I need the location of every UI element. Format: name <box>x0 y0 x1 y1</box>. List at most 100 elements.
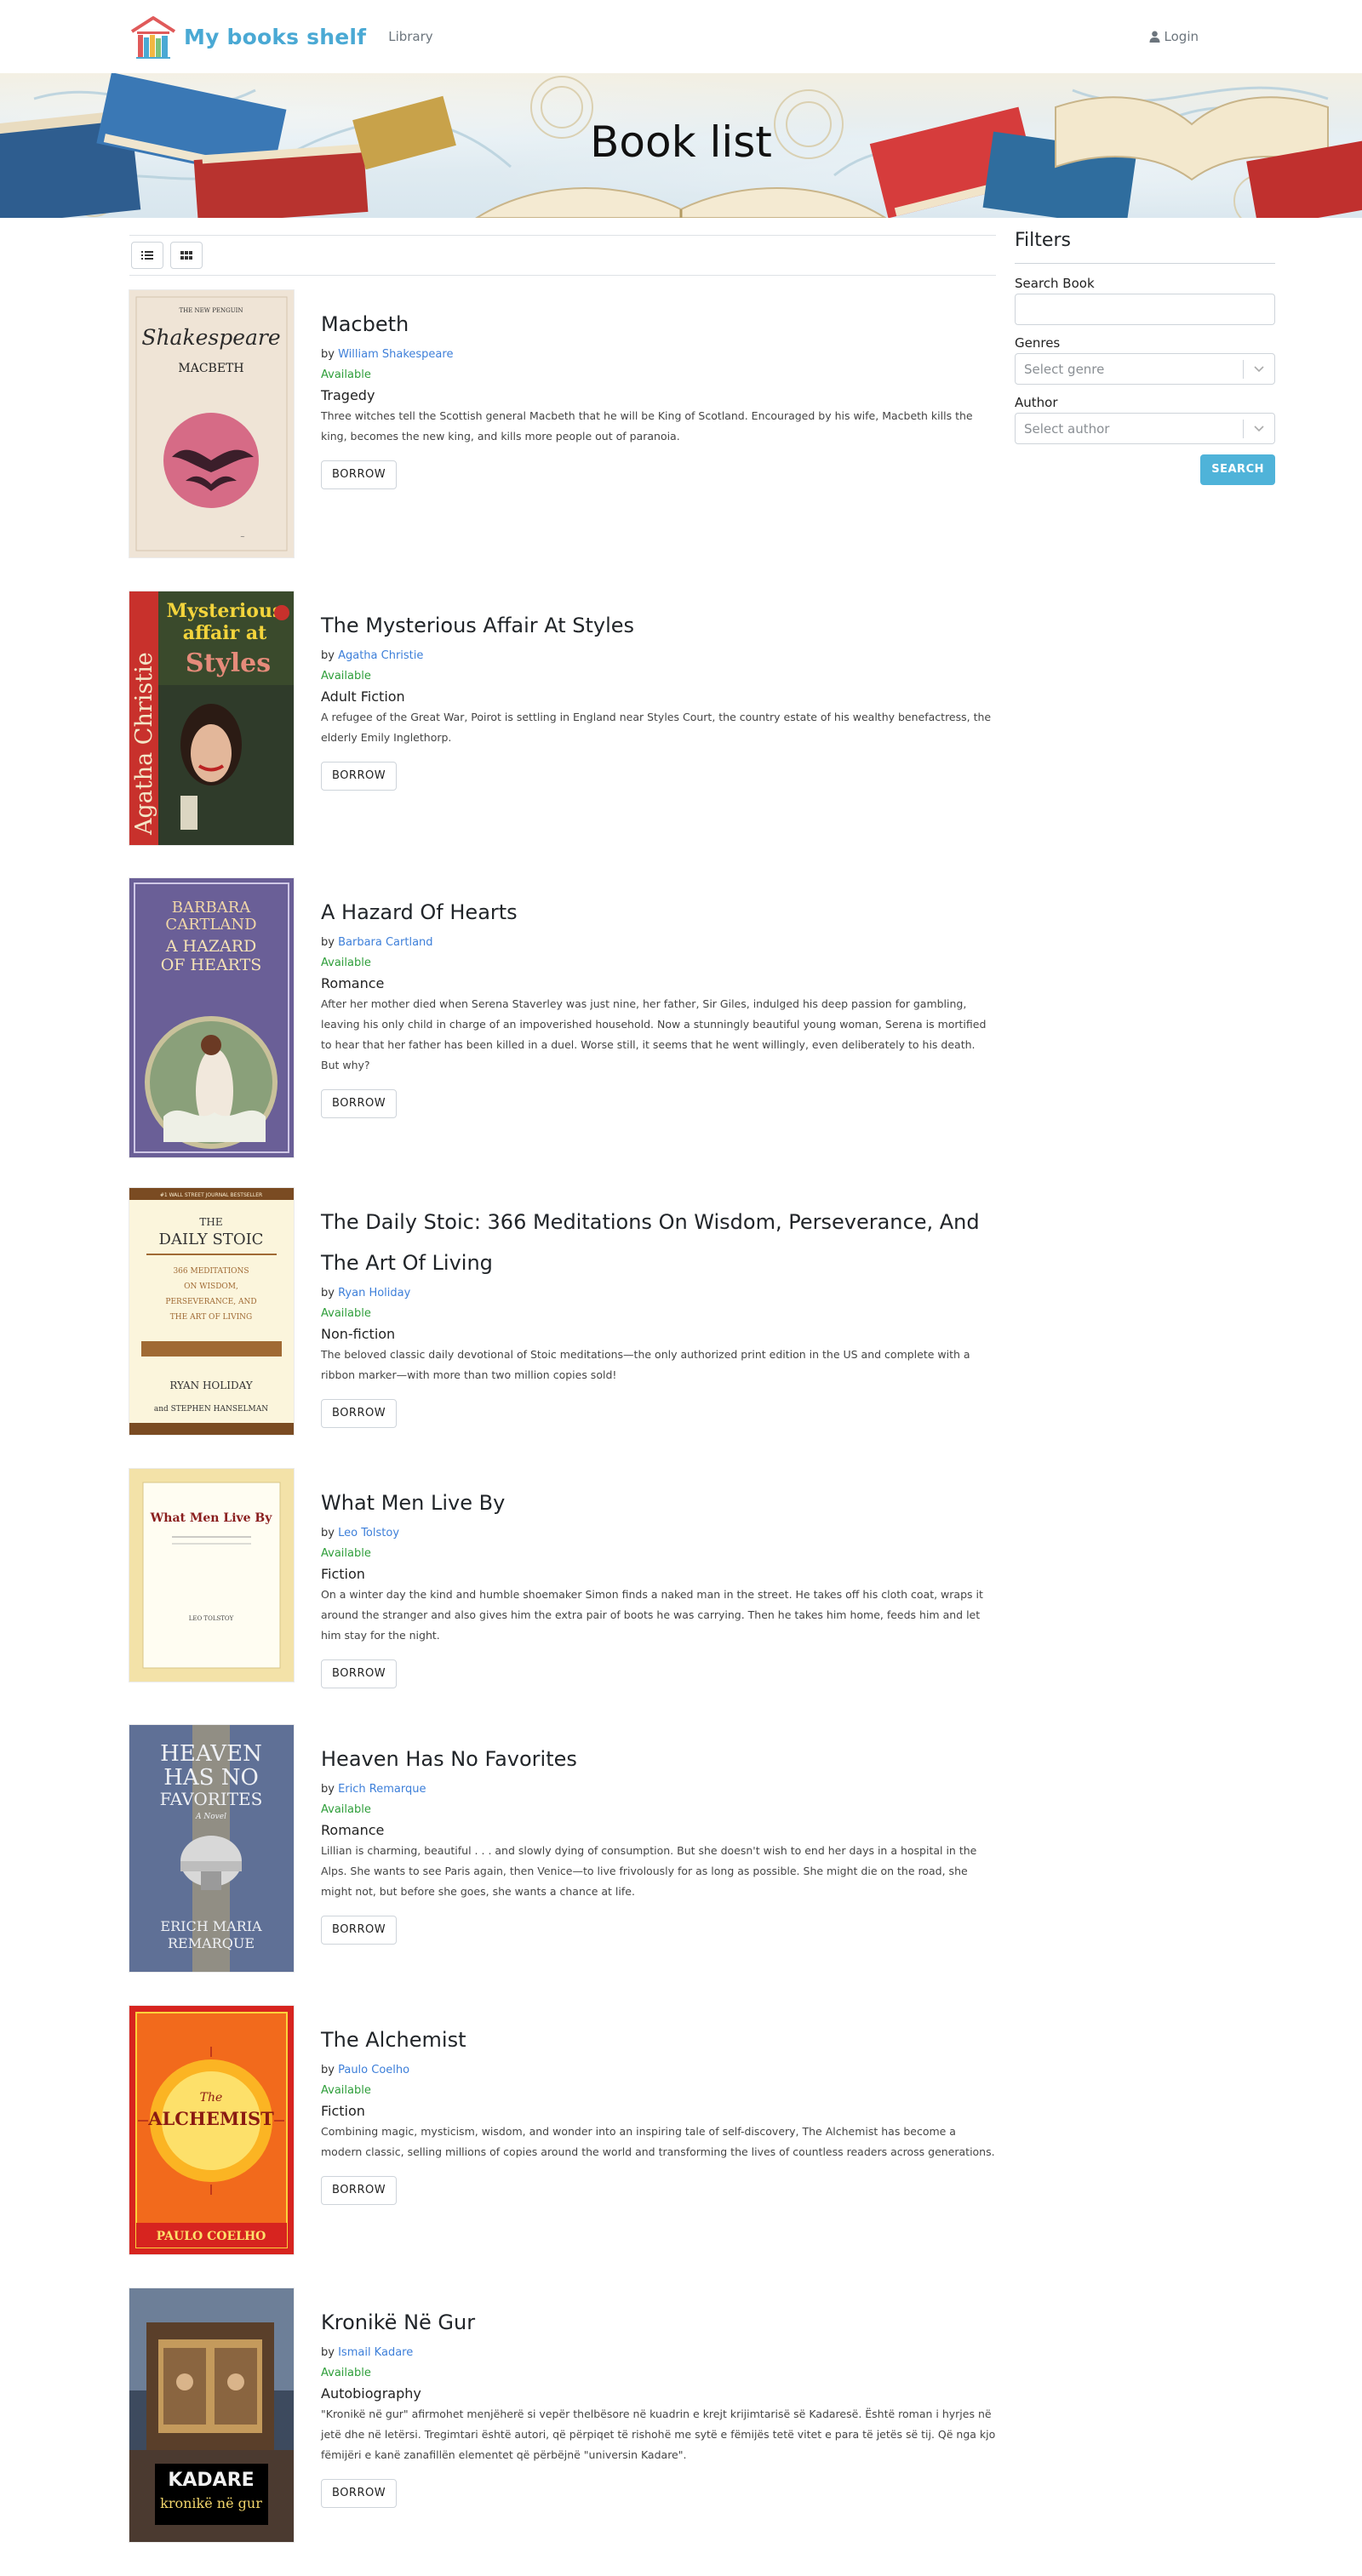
book-cover-art: The ALCHEMIST PAULO COELHO <box>129 2006 294 2254</box>
cover-author: RYAN HOLIDAY <box>169 1379 253 1391</box>
book-info: The Daily Stoic: 366 Meditations On Wisd… <box>321 1202 996 1428</box>
book-author-link[interactable]: William Shakespeare <box>338 348 453 361</box>
book-cover[interactable]: The ALCHEMIST PAULO COELHO <box>129 2006 294 2254</box>
cover-title-3: Styles <box>186 648 271 678</box>
search-book-input[interactable] <box>1015 294 1275 325</box>
book-info: Macbeth by William Shakespeare Available… <box>321 304 996 489</box>
book-description: A refugee of the Great War, Poirot is se… <box>321 711 992 744</box>
author-select[interactable]: Select author <box>1015 413 1275 444</box>
borrow-button[interactable]: BORROW <box>321 460 398 489</box>
book-title[interactable]: A Hazard Of Hearts <box>321 892 996 933</box>
login-label: Login <box>1164 29 1199 44</box>
book-info: What Men Live By by Leo Tolstoy Availabl… <box>321 1482 996 1688</box>
borrow-button[interactable]: BORROW <box>321 2176 398 2205</box>
book-byline: by Erich Remarque <box>321 1779 996 1800</box>
borrow-button[interactable]: BORROW <box>321 1916 398 1945</box>
book-title[interactable]: Macbeth <box>321 304 996 345</box>
cover-title-1: HEAVEN <box>160 1741 262 1767</box>
book-author-link[interactable]: Erich Remarque <box>338 1783 426 1796</box>
hero-banner: Book list <box>0 73 1362 218</box>
book-cover[interactable]: HEAVEN HAS NO FAVORITES A Novel ERICH MA… <box>129 1725 294 1972</box>
byline-prefix: by <box>321 2346 335 2359</box>
book-genre: Fiction <box>321 2103 365 2119</box>
book-title[interactable]: Heaven Has No Favorites <box>321 1739 996 1779</box>
navbar: My books shelf Library Login <box>0 0 1362 73</box>
book-description: Combining magic, mysticism, wisdom, and … <box>321 2125 995 2158</box>
byline-prefix: by <box>321 649 335 662</box>
cover-author: PAULO COELHO <box>157 2230 266 2243</box>
cover-author-1: BARBARA <box>172 899 252 917</box>
list-view-button[interactable] <box>131 242 163 269</box>
cover-title: kronikë në gur <box>160 2495 262 2511</box>
cover-author-2: REMARQUE <box>168 1935 255 1951</box>
book-cover-art: BARBARA CARTLAND A HAZARD OF HEARTS <box>129 878 294 1157</box>
book-title[interactable]: The Mysterious Affair At Styles <box>321 605 996 646</box>
cover-title-1: Mysterious <box>167 600 283 622</box>
cover-sub-2: ON WISDOM, <box>184 1282 238 1291</box>
cover-subtitle: A Novel <box>195 1813 226 1821</box>
byline-prefix: by <box>321 936 335 949</box>
book-cover[interactable]: KADARE kronikë në gur <box>129 2288 294 2542</box>
brand-name: My books shelf <box>184 24 367 49</box>
borrow-button[interactable]: BORROW <box>321 2479 398 2508</box>
grid-view-button[interactable] <box>170 242 203 269</box>
cover-coauthor: and STEPHEN HANSELMAN <box>154 1405 268 1414</box>
chevron-down-icon[interactable] <box>1244 365 1274 373</box>
cover-author: Agatha Christie <box>131 652 157 836</box>
book-cover[interactable]: Agatha Christie Mysterious affair at Sty… <box>129 591 294 845</box>
book-author-link[interactable]: Paulo Coelho <box>338 2064 409 2076</box>
search-book-label: Search Book <box>1015 276 1095 291</box>
nav-library-link[interactable]: Library <box>388 29 432 44</box>
search-button[interactable]: SEARCH <box>1200 454 1275 485</box>
cover-title-2: affair at <box>183 622 267 644</box>
book-genre: Romance <box>321 1822 385 1838</box>
book-cover[interactable]: BARBARA CARTLAND A HAZARD OF HEARTS <box>129 878 294 1157</box>
book-author-link[interactable]: Agatha Christie <box>338 649 423 662</box>
cover-author-1: ERICH MARIA <box>160 1918 262 1934</box>
availability-status: Available <box>321 670 371 683</box>
book-list: THE NEW PENGUIN Shakespeare MACBETH ~ Ma… <box>129 235 996 2542</box>
book-title[interactable]: The Alchemist <box>321 2019 996 2060</box>
book-byline: by Ryan Holiday <box>321 1283 996 1304</box>
author-select-placeholder: Select author <box>1024 420 1110 437</box>
availability-status: Available <box>321 1803 371 1816</box>
book-author-link[interactable]: Ryan Holiday <box>338 1287 410 1299</box>
book-author-link[interactable]: Leo Tolstoy <box>338 1527 399 1539</box>
borrow-button[interactable]: BORROW <box>321 1399 398 1428</box>
book-byline: by Leo Tolstoy <box>321 1523 996 1544</box>
genre-select[interactable]: Select genre <box>1015 353 1275 385</box>
availability-status: Available <box>321 368 371 381</box>
byline-prefix: by <box>321 348 335 361</box>
brand-link[interactable]: My books shelf <box>129 13 366 60</box>
borrow-button[interactable]: BORROW <box>321 762 398 791</box>
user-icon <box>1149 31 1160 43</box>
availability-status: Available <box>321 1307 371 1320</box>
borrow-button[interactable]: BORROW <box>321 1659 398 1688</box>
book-title[interactable]: The Daily Stoic: 366 Meditations On Wisd… <box>321 1202 996 1283</box>
book-title[interactable]: What Men Live By <box>321 1482 996 1523</box>
book-cover[interactable]: #1 WALL STREET JOURNAL BESTSELLER THE DA… <box>129 1188 294 1435</box>
book-title[interactable]: Kronikë Në Gur <box>321 2302 996 2343</box>
availability-status: Available <box>321 2367 371 2379</box>
book-genre: Adult Fiction <box>321 688 405 705</box>
chevron-down-icon[interactable] <box>1244 425 1274 432</box>
book-cover[interactable]: THE NEW PENGUIN Shakespeare MACBETH ~ <box>129 290 294 557</box>
book-byline: by Agatha Christie <box>321 646 996 666</box>
book-byline: by Barbara Cartland <box>321 933 996 953</box>
borrow-button[interactable]: BORROW <box>321 1089 398 1118</box>
filters-divider <box>1015 263 1275 264</box>
cover-title-2: OF HEARTS <box>161 956 262 974</box>
book-author-link[interactable]: Ismail Kadare <box>338 2346 413 2359</box>
book-author-link[interactable]: Barbara Cartland <box>338 936 432 949</box>
book-description: Lillian is charming, beautiful . . . and… <box>321 1844 977 1898</box>
cover-title-1: The <box>200 2091 223 2105</box>
book-info: Kronikë Në Gur by Ismail Kadare Availabl… <box>321 2302 996 2508</box>
filters-title: Filters <box>1015 230 1071 251</box>
book-genre: Fiction <box>321 1566 365 1582</box>
list-view-icon <box>141 251 153 260</box>
login-link[interactable]: Login <box>1149 29 1199 44</box>
book-cover[interactable]: What Men Live By LEO TOLSTOY <box>129 1469 294 1682</box>
book-description: "Kronikë në gur" afirmohet menjëherë si … <box>321 2408 996 2461</box>
cover-title-2: DAILY STOIC <box>159 1231 264 1248</box>
cover-sub-4: THE ART OF LIVING <box>170 1313 252 1322</box>
